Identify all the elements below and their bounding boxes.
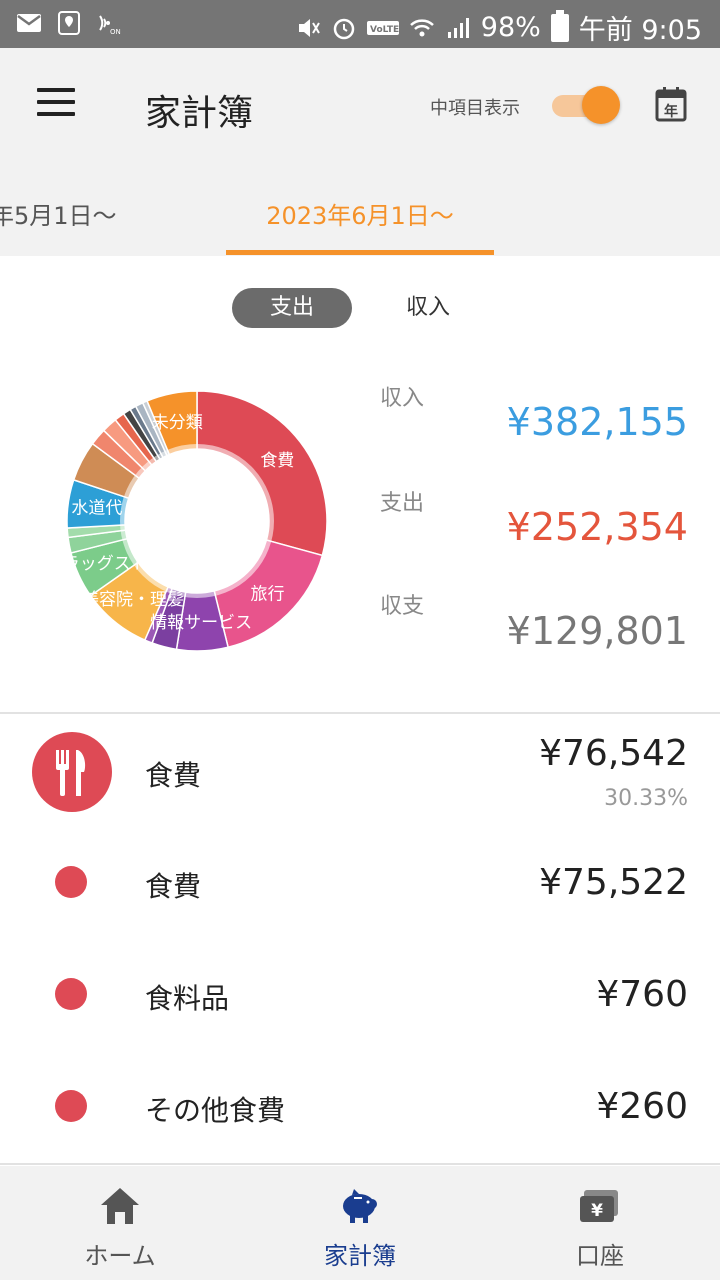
wifi-icon (409, 18, 434, 36)
nav-kakeibo-label: 家計簿 (324, 1242, 396, 1270)
period-tabs: 年5月1日～ 2023年6月1日～ (0, 158, 720, 256)
color-dot (55, 1090, 87, 1122)
expense-label: 支出 (380, 491, 425, 516)
signal-icon (447, 17, 469, 38)
divider (0, 712, 720, 714)
alarm-icon (333, 18, 355, 39)
volte-icon: VoLTE (366, 20, 399, 35)
category-percent: 30.33% (604, 786, 688, 811)
item-amount: ¥760 (596, 974, 688, 1015)
battery-icon (550, 9, 569, 42)
item-name: 食費 (145, 870, 202, 903)
mail-icon (17, 14, 41, 32)
piggy-bank-icon (343, 1189, 377, 1223)
nav-home-label: ホーム (84, 1242, 156, 1270)
slice-label: 旅行 (250, 584, 284, 604)
expense-donut-chart[interactable]: 食費旅行情報サービス 美容院・理髪 ドラッグストア 水道代 未分類 (60, 384, 334, 658)
balance-label: 収支 (380, 594, 425, 619)
item-amount: ¥260 (596, 1086, 688, 1127)
svg-text:年: 年 (664, 103, 678, 120)
nav-account[interactable]: ¥ 口座 (520, 1166, 680, 1280)
slice-label: 未分類 (152, 413, 203, 433)
calendar-icon[interactable]: 年 (655, 86, 687, 122)
nfc-icon: ON (99, 15, 121, 36)
tab-current-period[interactable]: 2023年6月1日～ (226, 196, 494, 231)
bottom-navigation: ホーム 家計簿 ¥ 口座 (0, 1166, 720, 1280)
income-value: ¥382,155 (506, 400, 688, 444)
income-label: 収入 (380, 386, 425, 411)
subcategory-toggle[interactable] (552, 86, 620, 124)
app-bar: 家計簿 中項目表示 年 (0, 48, 720, 158)
nav-account-label: 口座 (576, 1242, 624, 1270)
expense-value: ¥252,354 (506, 505, 688, 549)
category-amount: ¥76,542 (539, 733, 688, 774)
svg-text:ON: ON (110, 28, 121, 36)
segment-expense[interactable]: 支出 (232, 288, 352, 328)
category-icon (32, 732, 112, 812)
slice-label: 水道代 (71, 499, 122, 519)
battery-percent: 98% (480, 12, 541, 43)
balance-value: ¥129,801 (506, 609, 688, 653)
status-bar: ON VoLTE 98% 午前 9:05 (0, 0, 720, 48)
wallet-icon: ¥ (580, 1190, 618, 1222)
nav-home[interactable]: ホーム (40, 1166, 200, 1280)
category-name: 食費 (145, 759, 202, 792)
clock: 午前 9:05 (578, 15, 702, 46)
color-dot (55, 866, 87, 898)
page-title: 家計簿 (145, 93, 254, 134)
slice-label: 食費 (260, 451, 294, 471)
color-dot (55, 978, 87, 1010)
nav-kakeibo[interactable]: 家計簿 (280, 1166, 440, 1280)
slice-label: 美容院・理髪 (82, 590, 184, 610)
fork-knife-icon (56, 750, 86, 796)
slice-label: ドラッグストア (60, 554, 165, 574)
toggle-label: 中項目表示 (430, 98, 520, 119)
svg-text:¥: ¥ (591, 1201, 603, 1221)
slice-label: 情報サービス (150, 613, 252, 633)
location-icon (58, 11, 80, 35)
divider (0, 1163, 720, 1165)
item-amount: ¥75,522 (539, 862, 688, 903)
mute-icon (298, 18, 320, 37)
tab-previous-period[interactable]: 年5月1日～ (0, 196, 117, 231)
home-icon (101, 1188, 139, 1224)
item-name: 食料品 (145, 982, 230, 1015)
item-name: その他食費 (145, 1094, 286, 1127)
menu-icon[interactable] (37, 88, 75, 118)
segment-income[interactable]: 収入 (382, 288, 474, 328)
tab-indicator (226, 250, 494, 255)
svg-text:VoLTE: VoLTE (370, 25, 399, 35)
